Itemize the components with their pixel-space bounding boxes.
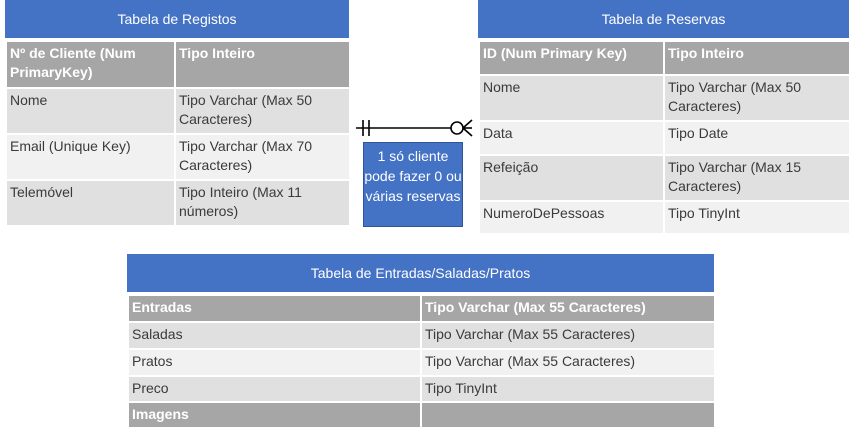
table-row: Nome Tipo Varchar (Max 50 Caracteres) bbox=[5, 87, 351, 135]
table-reservas-grid: ID (Num Primary Key) Tipo Inteiro Nome T… bbox=[478, 40, 849, 235]
table-reservas: Tabela de Reservas ID (Num Primary Key) … bbox=[478, 0, 849, 235]
table-row: Data Tipo Date bbox=[478, 120, 849, 156]
table-cell: Tipo TinyInt bbox=[663, 200, 849, 235]
table-cell: Preco bbox=[127, 375, 422, 403]
table-entradas-grid: Entradas Tipo Varchar (Max 55 Caracteres… bbox=[127, 294, 716, 429]
table-cell: Tipo Varchar (Max 15 Caracteres) bbox=[663, 154, 849, 202]
table-cell: Telemóvel bbox=[5, 179, 176, 227]
table-row: Telemóvel Tipo Inteiro (Max 11 números) bbox=[5, 179, 351, 227]
table-cell: Tipo Varchar (Max 70 Caracteres) bbox=[174, 133, 351, 181]
table-cell: ID (Num Primary Key) bbox=[478, 40, 665, 76]
table-row: Nome Tipo Varchar (Max 50 Caracteres) bbox=[478, 74, 849, 122]
table-cell: NumeroDePessoas bbox=[478, 200, 665, 235]
table-cell: Tipo Inteiro bbox=[174, 40, 351, 89]
table-registos-title: Tabela de Registos bbox=[5, 0, 349, 40]
table-reservas-title: Tabela de Reservas bbox=[478, 0, 849, 40]
table-cell bbox=[420, 401, 716, 429]
table-cell: Nº de Cliente (Num PrimaryKey) bbox=[5, 40, 176, 89]
table-row: Preco Tipo TinyInt bbox=[127, 375, 716, 403]
table-row: Imagens bbox=[127, 401, 716, 429]
table-row: Refeição Tipo Varchar (Max 15 Caracteres… bbox=[478, 154, 849, 202]
table-row: Saladas Tipo Varchar (Max 55 Caracteres) bbox=[127, 321, 716, 350]
table-registos: Tabela de Registos Nº de Cliente (Num Pr… bbox=[5, 0, 351, 227]
table-cell: Tipo Varchar (Max 50 Caracteres) bbox=[174, 87, 351, 135]
table-cell: Saladas bbox=[127, 321, 422, 350]
table-cell: Tipo TinyInt bbox=[420, 375, 716, 403]
table-row: Nº de Cliente (Num PrimaryKey) Tipo Inte… bbox=[5, 40, 351, 89]
table-cell: Email (Unique Key) bbox=[5, 133, 176, 181]
table-cell: Nome bbox=[478, 74, 665, 122]
table-cell: Tipo Date bbox=[663, 120, 849, 156]
table-cell: Tipo Varchar (Max 55 Caracteres) bbox=[420, 294, 716, 323]
relationship-note: 1 só cliente pode fazer 0 ou várias rese… bbox=[363, 142, 463, 227]
table-row: Pratos Tipo Varchar (Max 55 Caracteres) bbox=[127, 348, 716, 377]
table-cell: Tipo Varchar (Max 50 Caracteres) bbox=[663, 74, 849, 122]
relationship-connector bbox=[356, 119, 473, 137]
crows-foot-lower bbox=[462, 127, 473, 137]
table-cell: Tipo Inteiro bbox=[663, 40, 849, 76]
table-cell: Refeição bbox=[478, 154, 665, 202]
table-row: NumeroDePessoas Tipo TinyInt bbox=[478, 200, 849, 235]
table-cell: Tipo Varchar (Max 55 Caracteres) bbox=[420, 321, 716, 350]
table-row: Email (Unique Key) Tipo Varchar (Max 70 … bbox=[5, 133, 351, 181]
table-cell: Entradas bbox=[127, 294, 422, 323]
table-entradas: Tabela de Entradas/Saladas/Pratos Entrad… bbox=[127, 254, 716, 429]
table-row: Entradas Tipo Varchar (Max 55 Caracteres… bbox=[127, 294, 716, 323]
zero-circle bbox=[450, 121, 464, 135]
table-cell: Pratos bbox=[127, 348, 422, 377]
table-registos-grid: Nº de Cliente (Num PrimaryKey) Tipo Inte… bbox=[5, 40, 351, 227]
table-row: ID (Num Primary Key) Tipo Inteiro bbox=[478, 40, 849, 76]
table-cell: Imagens bbox=[127, 401, 422, 429]
table-entradas-title: Tabela de Entradas/Saladas/Pratos bbox=[127, 254, 714, 294]
table-cell: Nome bbox=[5, 87, 176, 135]
crows-foot-upper bbox=[462, 119, 473, 129]
table-cell: Tipo Inteiro (Max 11 números) bbox=[174, 179, 351, 227]
table-cell: Data bbox=[478, 120, 665, 156]
table-cell: Tipo Varchar (Max 55 Caracteres) bbox=[420, 348, 716, 377]
